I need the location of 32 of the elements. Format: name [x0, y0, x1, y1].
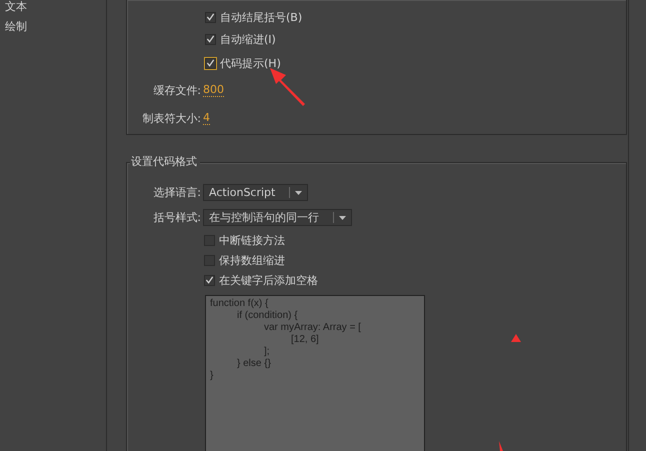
checkbox[interactable] — [205, 34, 216, 44]
caret-icon — [339, 216, 346, 220]
code-line: if (condition) { — [236, 310, 299, 322]
annotation-arrow — [511, 334, 521, 342]
checkbox-label: 自动结尾括号(B) — [220, 10, 302, 24]
code-line: } — [210, 370, 214, 382]
group-title: 设置代码格式 — [130, 154, 200, 169]
value-field[interactable]: 4 — [203, 112, 210, 124]
checkbox[interactable] — [204, 274, 215, 286]
code-line: } else {} — [236, 358, 272, 370]
checkbox[interactable] — [205, 12, 216, 22]
annotation-arrow — [499, 441, 503, 451]
checkbox-label: 中断链接方法 — [219, 232, 285, 248]
code-line: function f(x) { — [210, 298, 270, 310]
dropdown[interactable]: 在与控制语句的同一行 — [203, 209, 352, 226]
checkbox-label: 自动缩进(I) — [220, 32, 276, 46]
code-line: var myArray: Array = [ — [263, 322, 362, 334]
sidebar-item[interactable]: 绘制 — [0, 17, 106, 37]
checkbox-label: 保持数组缩进 — [219, 252, 285, 268]
annotation-arrow — [270, 68, 305, 106]
checkbox-label: 代码提示(H) — [220, 56, 281, 70]
dropdown-label: 括号样式: — [152, 210, 202, 225]
checkbox-label: 在关键字后添加空格 — [219, 272, 318, 288]
dropdown[interactable]: ActionScript — [203, 184, 308, 201]
sidebar-item[interactable]: 文本 — [0, 0, 106, 17]
value-field[interactable]: 800 — [203, 84, 224, 96]
code-line: [12, 6] — [290, 334, 320, 346]
field-label: 制表符大小: — [141, 110, 202, 126]
dropdown-label: 选择语言: — [152, 185, 202, 200]
field-label: 缓存文件: — [152, 82, 202, 98]
code-line: ]; — [263, 346, 271, 358]
caret-icon — [295, 190, 302, 194]
